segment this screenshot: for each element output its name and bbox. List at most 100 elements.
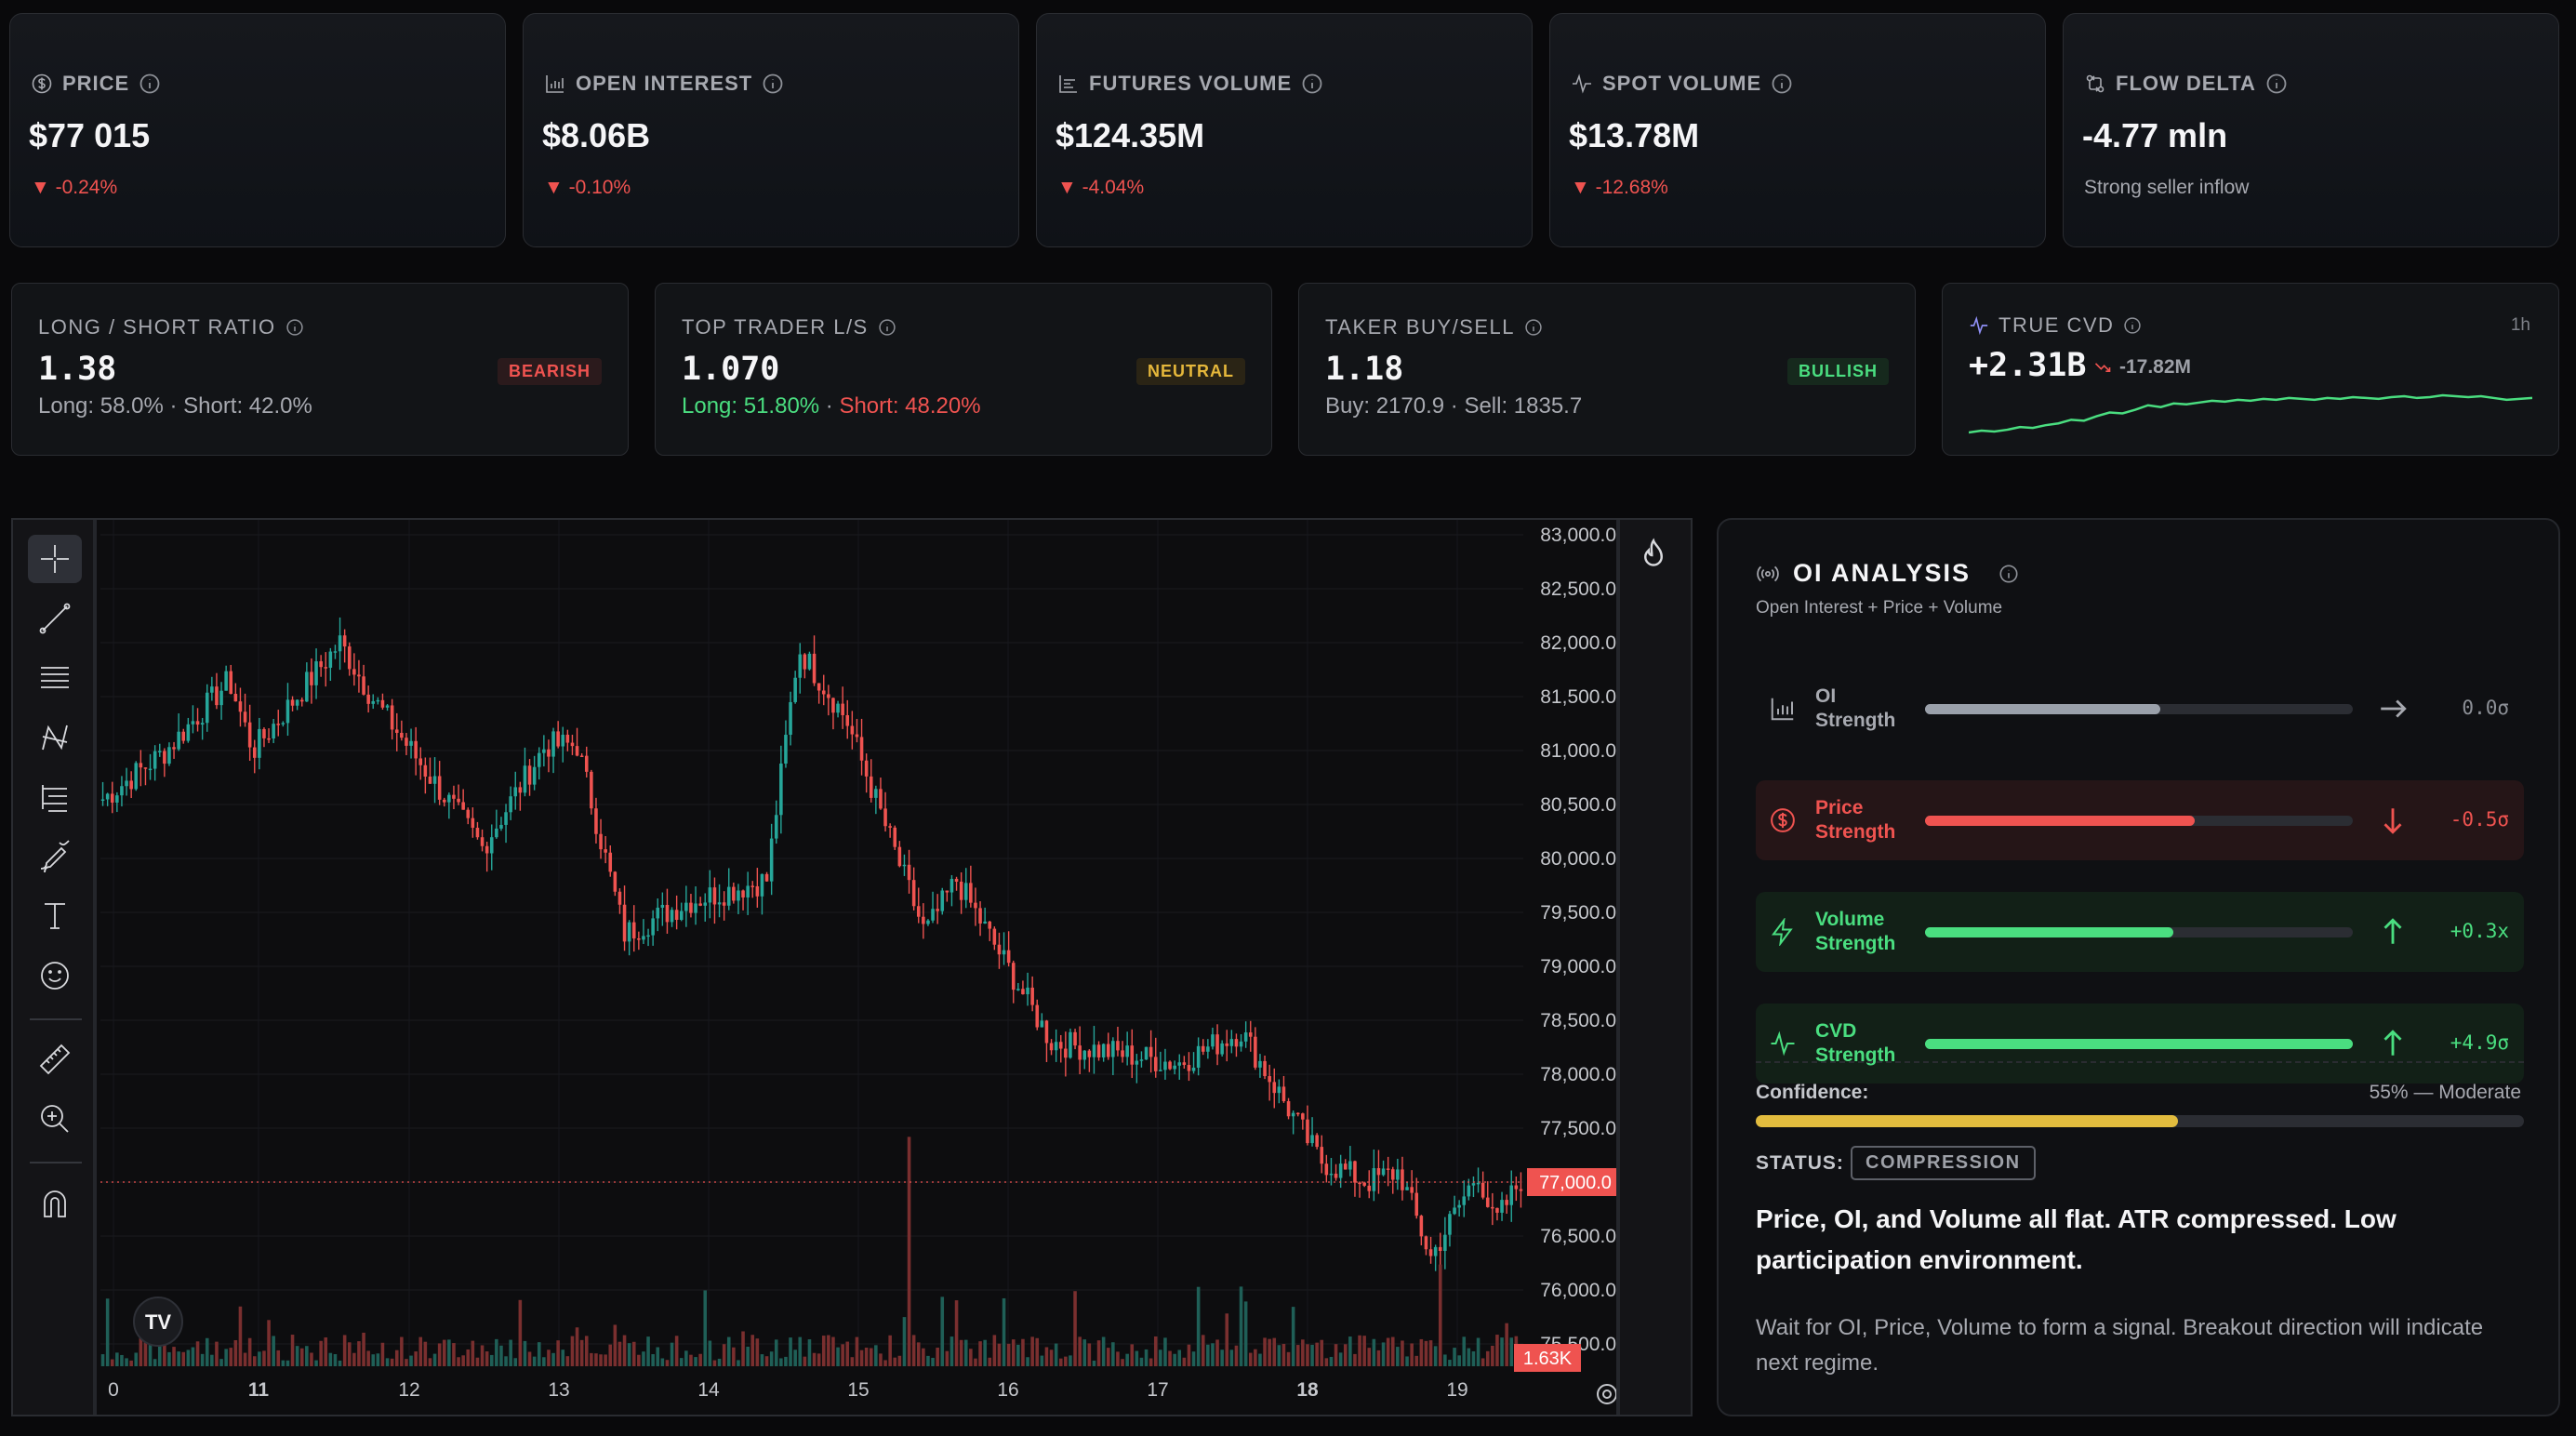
candle-body	[542, 749, 546, 753]
candle-body	[1428, 1249, 1433, 1256]
volume-bar	[827, 1335, 830, 1366]
volume-bar	[153, 1359, 157, 1366]
candle-body	[1243, 1032, 1248, 1042]
magnet-tool[interactable]	[28, 1180, 82, 1229]
candle-body	[551, 731, 555, 757]
candle-body	[1448, 1214, 1452, 1235]
info-icon[interactable]	[1301, 73, 1323, 95]
dollar-circle-icon	[32, 73, 52, 94]
volume-bar	[922, 1348, 925, 1366]
candle-body	[105, 793, 110, 800]
text-tool[interactable]	[28, 892, 82, 940]
volume-bar	[769, 1351, 774, 1366]
volume-bar	[1277, 1345, 1281, 1366]
candle-body	[215, 686, 219, 706]
info-icon[interactable]	[878, 318, 896, 337]
candle-body	[485, 845, 489, 854]
info-icon[interactable]	[139, 73, 161, 95]
price-chart[interactable]: 83,000.0 82,500.0 82,000.0 81,500.0 81,000.0…	[11, 518, 1693, 1416]
hot-list-button[interactable]	[1633, 531, 1674, 579]
volume-bar	[1405, 1356, 1409, 1366]
candle-body	[1082, 1050, 1087, 1060]
candle-body	[1500, 1200, 1504, 1213]
volume-bar	[732, 1347, 736, 1366]
brush-tool[interactable]	[28, 832, 82, 881]
candle-body	[679, 911, 684, 921]
info-icon[interactable]	[2265, 73, 2288, 95]
candle-body	[665, 904, 670, 923]
pattern-tool[interactable]	[28, 713, 82, 762]
volume-bar	[1191, 1351, 1196, 1366]
date-tick-label: 15	[847, 1379, 869, 1401]
candle-body	[1505, 1200, 1508, 1205]
info-icon[interactable]	[2123, 316, 2142, 335]
volume-bar	[570, 1336, 575, 1366]
candle-body	[352, 669, 356, 675]
volume-bar	[509, 1339, 512, 1366]
candle-body	[1040, 1020, 1044, 1028]
metric-change: ▼ -4.04%	[1057, 177, 1145, 198]
info-icon[interactable]	[285, 318, 304, 337]
volume-bar	[874, 1345, 878, 1366]
info-icon[interactable]	[762, 73, 784, 95]
volume-bar	[1125, 1353, 1129, 1366]
volume-bar	[1343, 1344, 1348, 1366]
volume-bar	[1424, 1340, 1428, 1366]
candle-body	[897, 846, 902, 867]
strength-row-oi: OI Strength 0.0σ	[1756, 669, 2524, 749]
candle-body	[774, 815, 778, 839]
gear-icon[interactable]	[1597, 1384, 1617, 1404]
candle-body	[1481, 1182, 1485, 1198]
candle-body	[1064, 1048, 1068, 1058]
strength-bar	[1925, 927, 2353, 937]
info-icon[interactable]	[1998, 564, 2019, 584]
candle-body	[1054, 1042, 1058, 1051]
candle-body	[599, 833, 603, 850]
info-icon[interactable]	[1524, 318, 1543, 337]
candle-body	[314, 661, 318, 685]
candle-body	[347, 646, 352, 670]
volume-bar	[1116, 1351, 1120, 1366]
candle-body	[722, 902, 726, 906]
volume-bar	[836, 1347, 840, 1366]
candle-body	[129, 780, 133, 790]
volume-bar	[902, 1317, 907, 1366]
candle-body	[1277, 1086, 1281, 1094]
crosshair-tool[interactable]	[28, 535, 82, 583]
measure-tool[interactable]	[28, 1035, 82, 1084]
volume-bar	[405, 1359, 408, 1366]
volume-bar	[575, 1327, 579, 1366]
candle-body	[1462, 1196, 1467, 1205]
candle-body	[750, 885, 755, 887]
fib-tool[interactable]	[28, 654, 82, 702]
forecast-tool[interactable]	[28, 773, 82, 821]
volume-bar	[755, 1338, 760, 1366]
trend-line-tool[interactable]	[28, 594, 82, 643]
candlestick-plot[interactable]: 83,000.0 82,500.0 82,000.0 81,500.0 81,000.0…	[100, 520, 1635, 1413]
short-share: Short: 48.20%	[839, 393, 981, 419]
status-badge: COMPRESSION	[1851, 1146, 2036, 1180]
volume-bar	[423, 1341, 428, 1366]
cvd-card: TRUE CVD 1h +2.31B -17.82M	[1942, 283, 2559, 456]
volume-bar	[394, 1350, 399, 1366]
volume-bar	[513, 1358, 518, 1366]
volume-bar	[1467, 1348, 1471, 1366]
volume-bar	[1243, 1301, 1248, 1366]
flame-icon	[1644, 538, 1663, 566]
strength-label: Volume Strength	[1815, 908, 1895, 956]
volume-bar	[1301, 1339, 1305, 1366]
volume-bar	[1320, 1339, 1324, 1366]
volume-bar	[784, 1356, 788, 1366]
volume-bar	[907, 1137, 911, 1366]
emoji-tool[interactable]	[28, 951, 82, 1000]
zoom-tool[interactable]	[28, 1095, 82, 1143]
date-tick-label: 17	[1147, 1379, 1168, 1401]
candle-body	[916, 906, 921, 917]
candle-body	[457, 798, 460, 803]
volume-bar	[850, 1357, 855, 1366]
volume-bar	[992, 1335, 997, 1366]
info-icon[interactable]	[1771, 73, 1793, 95]
volume-bar	[485, 1351, 489, 1366]
candle-body	[1372, 1168, 1376, 1191]
candle-body	[732, 886, 736, 901]
